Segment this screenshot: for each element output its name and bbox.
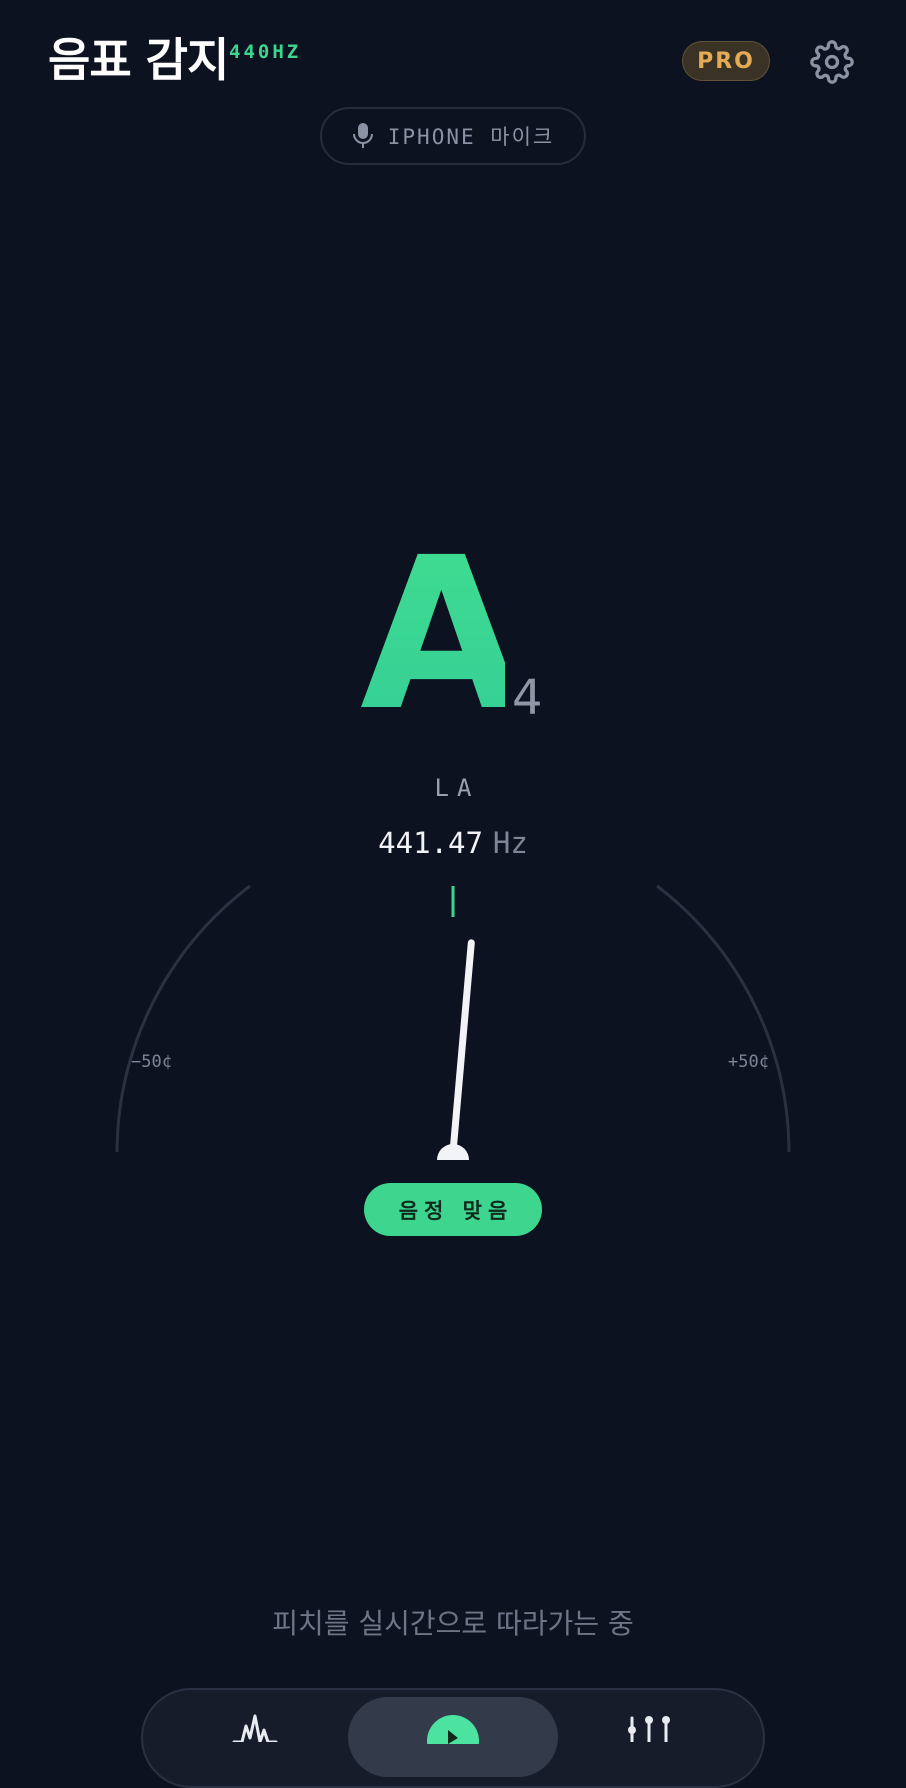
waveform-icon bbox=[232, 1714, 278, 1742]
frequency-unit: Hz bbox=[492, 826, 528, 860]
tuner-icon bbox=[427, 1715, 479, 1744]
pro-button[interactable]: PRO bbox=[682, 41, 770, 81]
gear-icon bbox=[810, 40, 854, 84]
microphone-icon bbox=[352, 123, 373, 148]
frequency-readout: 441.47 Hz bbox=[303, 826, 603, 860]
cents-min-label: −50¢ bbox=[131, 1052, 172, 1072]
gauge-arc-left bbox=[115, 884, 251, 1153]
tab-tuner[interactable] bbox=[426, 1714, 480, 1744]
frequency-value: 441.47 bbox=[378, 826, 483, 860]
tracking-caption: 피치를 실시간으로 따라가는 중 bbox=[272, 1607, 634, 1640]
input-source-selector[interactable]: IPHONE 마이크 bbox=[320, 107, 586, 165]
solfege-label: LA bbox=[434, 774, 480, 802]
settings-button[interactable] bbox=[808, 38, 856, 86]
tab-waveform[interactable] bbox=[230, 1712, 280, 1742]
cents-gauge bbox=[115, 884, 791, 1160]
app-title: 음표 감지 bbox=[48, 33, 229, 87]
reference-pitch-badge[interactable]: 440HZ bbox=[229, 41, 301, 63]
detected-octave: 4 bbox=[512, 670, 543, 726]
in-tune-status-badge: 음정 맞음 bbox=[364, 1183, 542, 1236]
mixer-icon bbox=[628, 1716, 670, 1742]
cents-max-label: +50¢ bbox=[728, 1052, 769, 1072]
gauge-arc-right bbox=[656, 884, 791, 1153]
detected-note: A bbox=[360, 512, 523, 757]
tab-mixer[interactable] bbox=[622, 1712, 676, 1742]
needle-pivot bbox=[437, 1144, 469, 1160]
input-source-label: IPHONE 마이크 bbox=[387, 125, 555, 149]
tuning-needle bbox=[449, 939, 475, 1156]
